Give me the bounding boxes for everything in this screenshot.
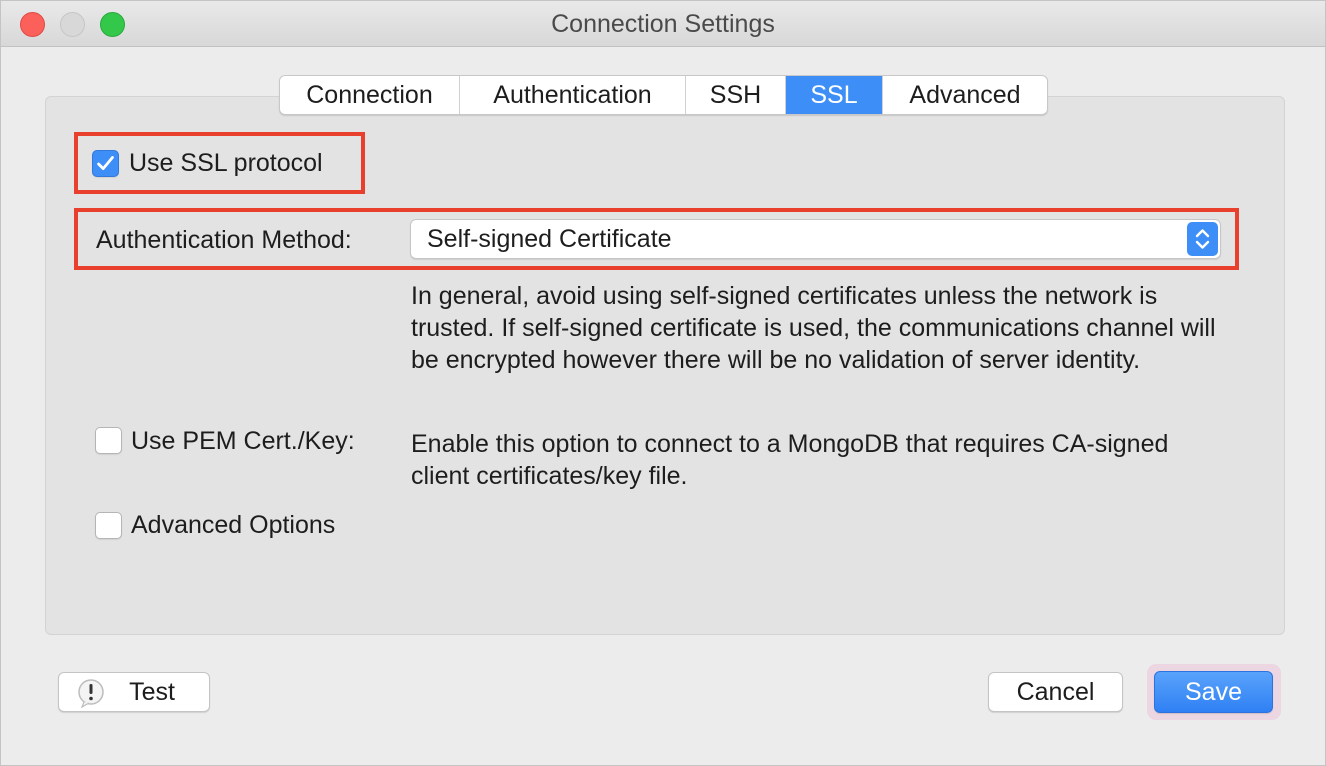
tab-bar: Connection Authentication SSH SSL Advanc… (279, 75, 1048, 115)
use-pem-label: Use PEM Cert./Key: (131, 427, 355, 455)
use-ssl-label: Use SSL protocol (129, 149, 323, 177)
auth-method-select[interactable]: Self-signed Certificate (410, 219, 1221, 259)
auth-method-help-text: In general, avoid using self-signed cert… (411, 282, 1216, 374)
save-button[interactable]: Save (1154, 671, 1273, 713)
pem-help-text: Enable this option to connect to a Mongo… (411, 430, 1169, 490)
tab-ssl[interactable]: SSL (786, 76, 883, 114)
checkmark-icon (97, 156, 114, 170)
tab-advanced[interactable]: Advanced (883, 76, 1047, 114)
title-bar: Connection Settings (1, 1, 1325, 47)
tab-ssh[interactable]: SSH (686, 76, 786, 114)
window-title: Connection Settings (551, 10, 775, 38)
alert-icon (78, 679, 104, 708)
tab-connection[interactable]: Connection (280, 76, 460, 114)
advanced-options-label: Advanced Options (131, 511, 336, 539)
connection-settings-window: Connection Settings Connection Authentic… (0, 0, 1326, 766)
chevron-up-down-icon (1187, 222, 1218, 256)
test-button-label: Test (129, 677, 175, 706)
advanced-options-checkbox[interactable] (95, 512, 122, 539)
use-pem-checkbox[interactable] (95, 427, 122, 454)
cancel-button[interactable]: Cancel (988, 672, 1123, 712)
tab-authentication[interactable]: Authentication (460, 76, 686, 114)
auth-method-value: Self-signed Certificate (427, 225, 672, 253)
auth-method-label: Authentication Method: (96, 226, 352, 254)
use-ssl-checkbox[interactable] (92, 150, 119, 177)
